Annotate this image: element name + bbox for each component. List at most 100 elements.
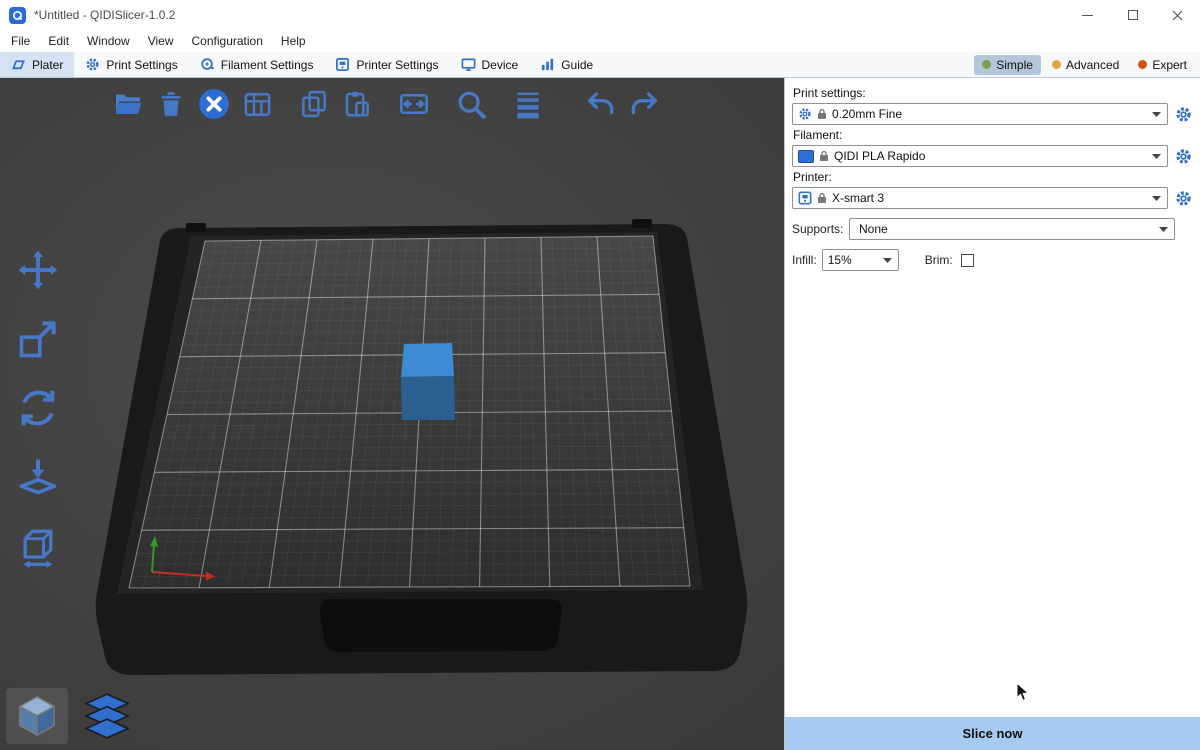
printer-gear-button[interactable] [1174,189,1192,207]
tab-device[interactable]: Device [450,52,530,77]
tabbar: Plater Print Settings Filament Settings … [0,52,1200,78]
infill-combo[interactable]: 15% [822,249,899,271]
print-settings-combo[interactable]: 0.20mm Fine [792,103,1168,125]
tab-filament-settings[interactable]: Filament Settings [189,52,325,77]
tab-label: Print Settings [106,58,177,72]
menu-file[interactable]: File [2,31,39,51]
tab-printer-settings[interactable]: Printer Settings [324,52,449,77]
delete-all-button[interactable] [194,84,234,124]
chevron-down-icon [1159,227,1168,232]
redo-button[interactable] [624,84,664,124]
menu-help[interactable]: Help [272,31,315,51]
undo-icon [585,88,617,120]
lock-icon [817,192,827,204]
slice-now-button[interactable]: Slice now [785,717,1200,750]
open-button[interactable] [108,84,148,124]
tab-label: Guide [561,58,593,72]
filament-gear-button[interactable] [1174,147,1192,165]
tab-print-settings[interactable]: Print Settings [74,52,188,77]
rotate-button[interactable] [10,380,66,436]
tab-label: Filament Settings [221,58,314,72]
view-3d-icon [14,693,60,739]
delete-all-icon [197,87,231,121]
titlebar: *Untitled - QIDISlicer-1.0.2 [0,0,1200,30]
mode-label: Simple [996,58,1033,72]
printer-label: Printer: [793,170,1192,184]
tab-label: Plater [32,58,63,72]
print-settings-label: Print settings: [793,86,1192,100]
redo-icon [628,88,660,120]
device-icon [461,57,476,72]
variable-layer-height-icon [512,88,544,120]
menu-configuration[interactable]: Configuration [183,31,272,51]
brim-label: Brim: [925,253,953,267]
minimize-icon [1082,15,1093,16]
filament-label: Filament: [793,128,1192,142]
3d-viewport[interactable] [0,78,784,750]
print-settings-value: 0.20mm Fine [832,107,1147,121]
close-button[interactable] [1155,0,1200,30]
paste-button[interactable] [337,84,377,124]
measure-button[interactable] [10,518,66,574]
tab-plater[interactable]: Plater [0,52,74,77]
guide-icon [540,57,555,72]
menu-edit[interactable]: Edit [39,31,78,51]
place-on-face-button[interactable] [10,449,66,505]
printer-value: X-smart 3 [832,191,1147,205]
split-icon [398,88,430,120]
printer-icon [335,57,350,72]
print-settings-gear-button[interactable] [1174,105,1192,123]
tab-guide[interactable]: Guide [529,52,604,77]
mouse-cursor [1016,682,1030,702]
brim-checkbox[interactable] [961,254,974,267]
infill-label: Infill: [792,253,817,267]
split-button[interactable] [394,84,434,124]
menu-view[interactable]: View [139,31,183,51]
gear-icon [1175,148,1192,165]
chevron-down-icon [883,258,892,263]
minimize-button[interactable] [1065,0,1110,30]
scale-button[interactable] [10,311,66,367]
scale-icon [16,317,60,361]
search-icon [455,88,488,121]
mode-advanced[interactable]: Advanced [1044,55,1127,75]
open-folder-icon [112,88,144,120]
arrange-button[interactable] [237,84,277,124]
view-3d-button[interactable] [6,688,68,744]
plate-handle [320,599,563,652]
printer-combo[interactable]: X-smart 3 [792,187,1168,209]
lock-icon [819,150,829,162]
plater-toolbar [108,84,664,124]
search-button[interactable] [451,84,491,124]
chevron-down-icon [1152,154,1161,159]
view-layers-button[interactable] [76,688,138,744]
move-button[interactable] [10,242,66,298]
gizmo-toolbar [10,242,66,574]
printer-icon [798,191,812,205]
filament-combo[interactable]: QIDI PLA Rapido [792,145,1168,167]
filament-value: QIDI PLA Rapido [834,149,1147,163]
menu-window[interactable]: Window [78,31,139,51]
advanced-mode-dot-icon [1052,60,1061,69]
mode-simple[interactable]: Simple [974,55,1041,75]
chevron-down-icon [1152,112,1161,117]
copy-button[interactable] [294,84,334,124]
mode-switcher: Simple Advanced Expert [974,52,1200,77]
filament-icon [200,57,215,72]
model-object[interactable] [401,343,455,420]
delete-button[interactable] [151,84,191,124]
paste-icon [342,89,372,119]
maximize-icon [1128,10,1138,20]
gear-icon [85,57,100,72]
mode-label: Advanced [1066,58,1119,72]
mode-label: Expert [1152,58,1187,72]
supports-combo[interactable]: None [849,218,1175,240]
measure-icon [16,524,60,568]
mode-expert[interactable]: Expert [1130,55,1195,75]
tab-label: Device [482,58,519,72]
maximize-button[interactable] [1110,0,1155,30]
filament-color-swatch [798,150,814,163]
variable-layer-height-button[interactable] [508,84,548,124]
undo-button[interactable] [581,84,621,124]
window-controls [1065,0,1200,30]
